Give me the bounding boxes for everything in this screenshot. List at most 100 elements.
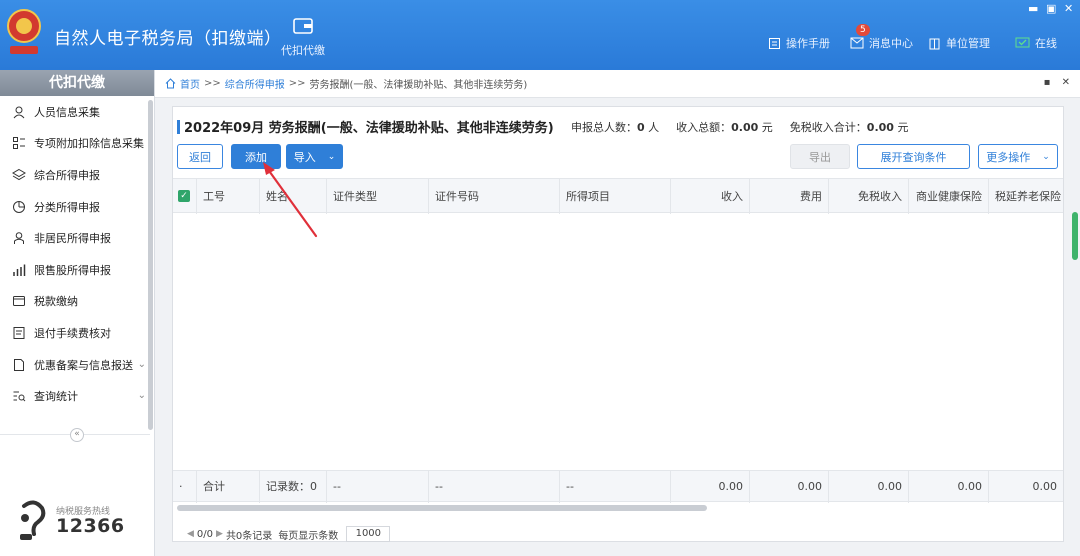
more-actions-label: 更多操作 [986, 150, 1031, 164]
sidebar-item-label: 优惠备案与信息报送 [34, 358, 133, 372]
per-page-label: 每页显示条数 [278, 530, 339, 542]
prev-page-icon[interactable]: ◀ [187, 529, 194, 539]
footer-pension: 0.00 [1032, 480, 1058, 493]
sidebar-item-label: 综合所得申报 [34, 168, 100, 182]
minimize-icon[interactable]: ▬ [1028, 2, 1038, 15]
chevron-down-icon: ⌄ [137, 390, 146, 402]
col-income-item[interactable]: 所得项目 [560, 179, 671, 214]
close-panel-icon[interactable]: ✕ [1062, 77, 1070, 88]
breadcrumb-separator: >> [204, 78, 221, 89]
sidebar-item-label: 非居民所得申报 [34, 232, 111, 246]
back-button[interactable]: 返回 [177, 144, 223, 169]
sidebar-item-label: 税款缴纳 [34, 295, 78, 309]
breadcrumb-separator: >> [288, 78, 306, 89]
sidebar-item-6[interactable]: 税款缴纳 [0, 286, 154, 318]
total-records: 共0条记录 [225, 530, 273, 542]
stat-people-label: 申报总人数： [571, 121, 637, 134]
online-label: 在线 [1035, 37, 1057, 50]
book-icon [769, 37, 780, 49]
document-icon [13, 326, 25, 339]
sidebar-item-3[interactable]: 分类所得申报 [0, 191, 154, 223]
next-page-icon[interactable]: ▶ [216, 529, 223, 539]
grid-icon [13, 137, 25, 150]
sidebar-scrollbar[interactable] [148, 100, 153, 430]
pagination: ◀ 0/0 ▶ 共0条记录 每页显示条数 1000 [184, 526, 391, 542]
list-search-icon [13, 391, 26, 402]
sidebar-item-1[interactable]: 专项附加扣除信息采集 [0, 128, 154, 160]
sidebar-item-5[interactable]: 限售股所得申报 [0, 254, 154, 286]
col-taxfree[interactable]: 免税收入 [829, 179, 909, 214]
layers-icon [12, 168, 26, 181]
select-all-checkbox[interactable]: ✓ [178, 190, 190, 202]
org-label: 单位管理 [946, 37, 990, 50]
annotation-arrow-icon [263, 162, 318, 238]
footer-record-count: 记录数：0 [260, 471, 327, 503]
sidebar-item-8[interactable]: 优惠备案与信息报送 ⌄ [0, 349, 154, 381]
col-pension-insurance[interactable]: 税延养老保险 [989, 179, 1063, 214]
expand-query-button[interactable]: 展开查询条件 [857, 144, 970, 169]
footer-health: 0.00 [909, 471, 989, 503]
horizontal-scrollbar[interactable] [177, 505, 707, 511]
org-link[interactable]: 单位管理 [928, 35, 990, 51]
app-header: 自然人电子税务局（扣缴端） 代扣代缴 操作手册 5 消息中心 单位管理 在线 ▬… [0, 0, 1080, 70]
sidebar-item-2[interactable]: 综合所得申报 [0, 159, 154, 191]
col-health-insurance[interactable]: 商业健康保险 [909, 179, 989, 214]
tax-emblem-icon [7, 9, 41, 54]
close-icon[interactable]: ✕ [1064, 2, 1073, 15]
footer-id-number: -- [429, 471, 560, 503]
monitor-check-icon [1015, 37, 1030, 47]
export-button[interactable]: 导出 [790, 144, 850, 169]
sidebar-item-7[interactable]: 退付手续费核对 [0, 317, 154, 349]
online-status[interactable]: 在线 [1015, 35, 1057, 51]
bar-chart-icon [13, 264, 26, 276]
table-footer: · 合计 记录数：0 -- -- -- 0.00 0.00 0.00 0.00 … [173, 470, 1063, 503]
select-all-cell[interactable]: ✓ [173, 179, 197, 214]
sidebar-item-label: 查询统计 [34, 390, 78, 404]
sidebar-item-0[interactable]: 人员信息采集 [0, 96, 154, 128]
breadcrumb-home[interactable]: 首页 [180, 76, 200, 91]
restore-icon[interactable]: ▪ [1044, 77, 1051, 88]
headset-icon [20, 500, 46, 540]
sidebar-item-9[interactable]: 查询统计 ⌄ [0, 380, 154, 412]
collapse-sidebar-button[interactable]: « [70, 428, 84, 442]
manual-link[interactable]: 操作手册 [768, 35, 830, 51]
tab-withholding-label: 代扣代缴 [281, 44, 325, 57]
summary-stats: 申报总人数：0 人 收入总额：0.00 元 免税收入合计：0.00 元 [571, 119, 908, 135]
messages-label: 消息中心 [869, 37, 913, 50]
per-page-input[interactable]: 1000 [346, 526, 391, 542]
col-fee[interactable]: 费用 [750, 179, 829, 214]
panel-controls: ▪ ✕ [1044, 77, 1070, 88]
stat-income-unit: 元 [761, 121, 773, 134]
stat-taxfree-value: 0.00 [866, 121, 894, 134]
page-title-row: 2022年09月 劳务报酬(一般、法律援助补贴、其他非连续劳务) [177, 117, 554, 136]
col-id-type[interactable]: 证件类型 [327, 179, 429, 214]
vertical-scrollbar[interactable] [1072, 212, 1078, 260]
chevron-down-icon: ⌄ [327, 151, 336, 162]
stat-taxfree-label: 免税收入合计： [789, 121, 867, 134]
file-icon [14, 358, 24, 371]
col-id-number[interactable]: 证件号码 [429, 179, 560, 214]
col-employee-id[interactable]: 工号 [197, 179, 260, 214]
stat-income-value: 0.00 [731, 121, 759, 134]
more-actions-dropdown[interactable]: 更多操作 ⌄ [978, 144, 1058, 169]
person-outline-icon [14, 232, 24, 245]
sidebar-heading: 代扣代缴 [0, 70, 154, 96]
stat-people-value: 0 [637, 121, 645, 134]
maximize-icon[interactable]: ▣ [1046, 2, 1056, 15]
sidebar-menu: 人员信息采集 专项附加扣除信息采集综合所得申报分类所得申报非居民所得申报限售股所得… [0, 96, 154, 412]
home-icon [165, 78, 176, 89]
tab-withholding[interactable]: 代扣代缴 [276, 16, 330, 58]
message-count-badge: 5 [856, 24, 870, 36]
footer-dot: · [173, 471, 197, 503]
building-icon [929, 38, 940, 49]
breadcrumb-current: 劳务报酬(一般、法律援助补贴、其他非连续劳务) [309, 80, 528, 91]
col-income[interactable]: 收入 [671, 179, 750, 214]
title-accent-bar [177, 119, 180, 134]
sidebar-item-label: 退付手续费核对 [34, 326, 111, 340]
breadcrumb-level1[interactable]: 综合所得申报 [225, 76, 285, 91]
sidebar-item-4[interactable]: 非居民所得申报 [0, 222, 154, 254]
pie-icon [13, 200, 25, 213]
messages-link[interactable]: 5 消息中心 [850, 24, 913, 51]
page-indicator: 0/0 [196, 528, 214, 540]
page-title: 2022年09月 劳务报酬(一般、法律援助补贴、其他非连续劳务) [184, 121, 554, 136]
